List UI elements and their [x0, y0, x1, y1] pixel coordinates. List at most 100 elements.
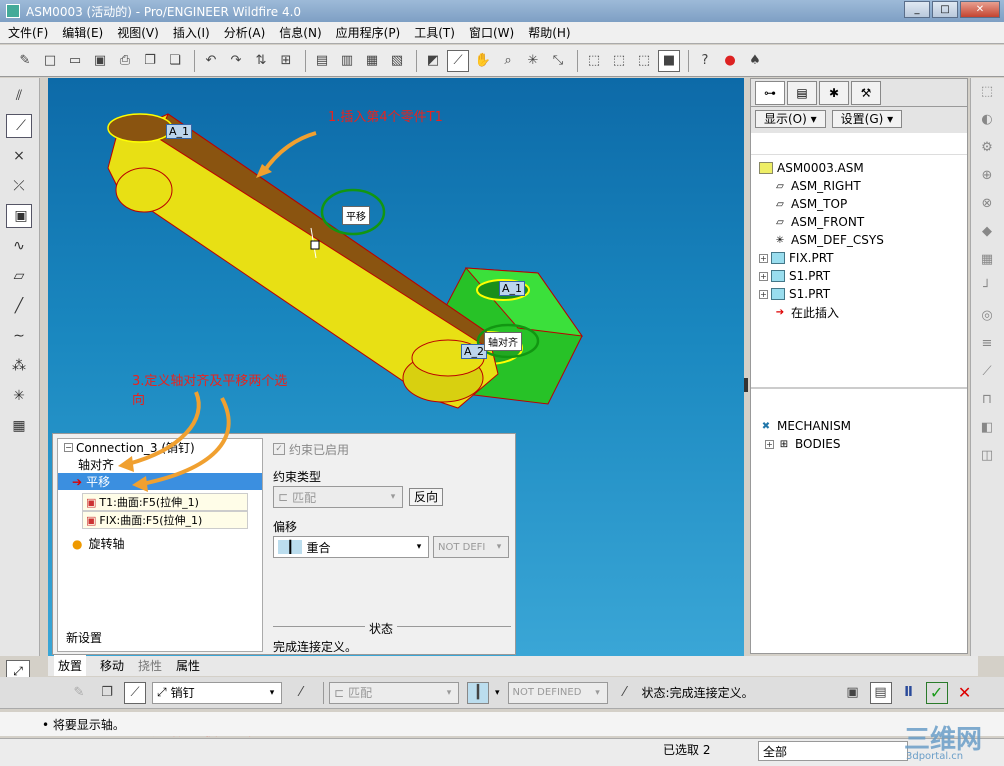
- reference-fix[interactable]: ▣ FIX:曲面:F5(拉伸_1): [82, 511, 248, 529]
- copy-icon[interactable]: ❐: [139, 50, 161, 72]
- reference-t1[interactable]: ▣ T1:曲面:F5(拉伸_1): [82, 493, 248, 511]
- analysis-icon[interactable]: ⤡: [547, 50, 569, 72]
- menu-tools[interactable]: 工具(T): [414, 24, 455, 41]
- cancel-x-icon[interactable]: ✕: [954, 682, 976, 704]
- separate-window-icon[interactable]: ❐: [96, 682, 118, 704]
- constraint-type-select[interactable]: ⊏ 匹配 ▾: [273, 486, 403, 508]
- display-style-icon[interactable]: ▥: [336, 50, 358, 72]
- save-icon[interactable]: ▣: [89, 50, 111, 72]
- confirm-check-icon[interactable]: ✓: [925, 681, 948, 704]
- maximize-button[interactable]: □: [932, 1, 958, 18]
- tree-item-s1-a[interactable]: + S1.PRT: [759, 267, 967, 285]
- pause-icon[interactable]: Ⅱ: [898, 682, 920, 704]
- csys-tool-icon[interactable]: ✳: [6, 384, 32, 408]
- connection-type-select[interactable]: ⤢ 销钉 ▾: [152, 681, 282, 704]
- tree-item-mechanism[interactable]: ✖ MECHANISM: [759, 417, 967, 435]
- flip-icon[interactable]: ⁄: [290, 682, 312, 704]
- new-set-link[interactable]: 新设置: [66, 629, 102, 646]
- tree-item-bodies[interactable]: + ⊞ BODIES: [759, 435, 967, 453]
- tree-item-right[interactable]: ▱ ASM_RIGHT: [759, 177, 967, 195]
- menu-window[interactable]: 窗口(W): [469, 24, 514, 41]
- folder-browser-tab-icon[interactable]: ▤: [787, 81, 817, 105]
- extrude-icon[interactable]: ⬚: [976, 84, 998, 106]
- mechanism-icon[interactable]: ✎: [14, 50, 36, 72]
- offset-select[interactable]: ▕▏ 重合 ▾: [273, 536, 429, 558]
- tree-item-asm[interactable]: ASM0003.ASM: [759, 159, 967, 177]
- datum-plane-display-icon[interactable]: ⫽: [6, 84, 32, 108]
- no-hidden-line-icon[interactable]: ⬚: [633, 50, 655, 72]
- point-tool-icon[interactable]: ⁂: [6, 354, 32, 378]
- tree-item-csys[interactable]: ✳ ASM_DEF_CSYS: [759, 231, 967, 249]
- hole-icon[interactable]: ⊓: [976, 392, 998, 414]
- zoom-icon[interactable]: ⌕: [497, 50, 519, 72]
- connections-tab-icon[interactable]: ⚒: [851, 81, 881, 105]
- model-tree-tab-icon[interactable]: ⊶: [755, 81, 785, 105]
- paste-icon[interactable]: ❏: [164, 50, 186, 72]
- axis-align-callout[interactable]: 轴对齐: [484, 332, 522, 351]
- hidden-line-icon[interactable]: ▦: [361, 50, 383, 72]
- menu-edit[interactable]: 编辑(E): [62, 24, 103, 41]
- menu-file[interactable]: 文件(F): [8, 24, 48, 41]
- whats-this-icon[interactable]: ?: [694, 50, 716, 72]
- tree-item-top[interactable]: ▱ ASM_TOP: [759, 195, 967, 213]
- wireframe-icon[interactable]: ⬚: [583, 50, 605, 72]
- dash-offset-field[interactable]: NOT DEFINED ▾: [507, 681, 608, 704]
- chamfer-icon[interactable]: ◧: [976, 420, 998, 442]
- assembly-window-icon[interactable]: ▤: [869, 681, 892, 704]
- menu-applications[interactable]: 应用程序(P): [336, 24, 401, 41]
- print-icon[interactable]: ⎙: [114, 50, 136, 72]
- flip-button[interactable]: 反向: [409, 488, 444, 506]
- offset-value-field[interactable]: NOT DEFI ▾: [433, 536, 509, 558]
- find-icon[interactable]: ⊞: [275, 50, 297, 72]
- round-icon[interactable]: ┘: [976, 280, 998, 302]
- spin-center-icon[interactable]: ✳: [522, 50, 544, 72]
- rib-icon[interactable]: ≡: [976, 336, 998, 358]
- menu-help[interactable]: 帮助(H): [528, 24, 570, 41]
- enabled-checkbox[interactable]: ✓: [273, 443, 285, 455]
- no-hidden-icon[interactable]: ▧: [386, 50, 408, 72]
- coincident-icon[interactable]: ▕▏: [467, 681, 489, 704]
- close-button[interactable]: ✕: [960, 1, 1000, 18]
- color-appearance-icon[interactable]: ●: [719, 50, 741, 72]
- datum-axis-display-icon[interactable]: ⟋: [6, 114, 32, 138]
- menu-view[interactable]: 视图(V): [117, 24, 159, 41]
- tree-item-front[interactable]: ▱ ASM_FRONT: [759, 213, 967, 231]
- open-folder-icon[interactable]: ▭: [64, 50, 86, 72]
- tab-placement[interactable]: 放置: [54, 655, 87, 676]
- shading-icon[interactable]: ■: [658, 49, 680, 72]
- tab-move[interactable]: 移动: [100, 657, 124, 676]
- axis-align-item[interactable]: 轴对齐: [58, 456, 262, 473]
- tree-item-insert-here[interactable]: ➔ 在此插入: [759, 303, 967, 321]
- user-defined-icon[interactable]: ✎: [68, 682, 90, 704]
- sketch-icon[interactable]: ◩: [422, 50, 444, 72]
- mechanism-connection-icon[interactable]: ⟋: [124, 681, 146, 704]
- favorites-tab-icon[interactable]: ✱: [819, 81, 849, 105]
- undo-icon[interactable]: ↶: [200, 50, 222, 72]
- dash-flip-icon[interactable]: ⁄: [614, 682, 636, 704]
- plane-tool-icon[interactable]: ▱: [6, 264, 32, 288]
- minimize-button[interactable]: _: [904, 1, 930, 18]
- preview-window-icon[interactable]: ▣: [842, 682, 864, 704]
- sweep-icon[interactable]: ◫: [976, 448, 998, 470]
- new-file-icon[interactable]: □: [39, 50, 61, 72]
- show-button[interactable]: 显示(O) ▾: [755, 110, 826, 128]
- layer-icon[interactable]: ▤: [311, 50, 333, 72]
- axis-tool-icon[interactable]: ╱: [6, 294, 32, 318]
- datum-point-display-icon[interactable]: ×: [6, 144, 32, 168]
- draft-icon[interactable]: ⟋: [976, 364, 998, 386]
- dash-constraint-select[interactable]: ⊏ 匹配 ▾: [329, 681, 459, 704]
- shell-icon[interactable]: ◎: [976, 308, 998, 330]
- hidden-icon[interactable]: ⬚: [608, 50, 630, 72]
- tab-flexibility[interactable]: 挠性: [138, 657, 162, 676]
- chevron-down-icon[interactable]: ▾: [495, 688, 500, 698]
- annotation-display-icon[interactable]: ▣: [6, 204, 32, 228]
- pattern-icon[interactable]: ▦: [976, 252, 998, 274]
- menu-analysis[interactable]: 分析(A): [224, 24, 266, 41]
- tree-item-fix[interactable]: + FIX.PRT: [759, 249, 967, 267]
- sketch-tool-icon[interactable]: ∿: [6, 234, 32, 258]
- translate-callout[interactable]: 平移: [342, 206, 370, 225]
- revolve-icon[interactable]: ◐: [976, 112, 998, 134]
- curve-tool-icon[interactable]: ∼: [6, 324, 32, 348]
- spring-icon[interactable]: ⊕: [976, 168, 998, 190]
- connection-node[interactable]: − Connection_3 (销钉): [58, 439, 262, 456]
